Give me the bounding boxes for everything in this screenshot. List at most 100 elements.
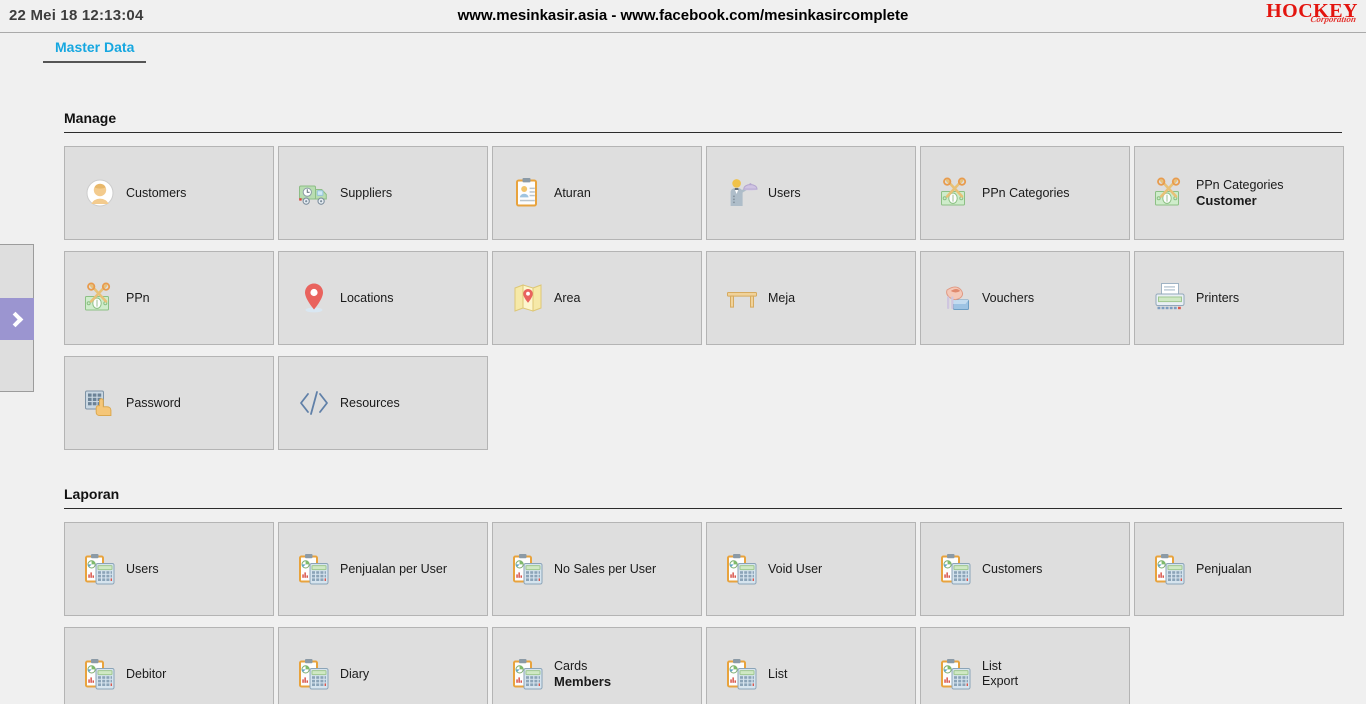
- tile-label-line1: Locations: [340, 290, 394, 305]
- tile-label-line1: List: [982, 659, 1002, 673]
- tile-label-line1: PPn Categories: [1196, 178, 1284, 192]
- tile-penjualan[interactable]: Penjualan: [1134, 522, 1344, 616]
- tile-label: Penjualan: [1196, 562, 1252, 577]
- tile-no-sales-per-user[interactable]: No Sales per User: [492, 522, 702, 616]
- tile-meja[interactable]: Meja: [706, 251, 916, 345]
- tile-label-line1: PPn Categories: [982, 185, 1070, 200]
- report-clipboard-icon: [83, 552, 117, 586]
- tile-aturan[interactable]: Aturan: [492, 146, 702, 240]
- tile-content: PPn Categories: [939, 176, 1070, 210]
- tile-content: Penjualan per User: [297, 552, 447, 586]
- tile-content: Penjualan: [1153, 552, 1252, 586]
- tile-content: Vouchers: [939, 281, 1034, 315]
- tile-label: Area: [554, 291, 580, 306]
- tile-resources[interactable]: Resources: [278, 356, 488, 450]
- section-divider: [64, 132, 1342, 133]
- tile-content: Suppliers: [297, 176, 392, 210]
- tile-content: Meja: [725, 281, 795, 315]
- tile-users[interactable]: Users: [64, 522, 274, 616]
- tile-content: Password: [83, 386, 181, 420]
- tile-vouchers[interactable]: Vouchers: [920, 251, 1130, 345]
- tile-ppn-categories[interactable]: PPn Categories: [920, 146, 1130, 240]
- tile-ppn-categories-customer[interactable]: PPn Categories Customer: [1134, 146, 1344, 240]
- section-title-manage: Manage: [64, 110, 117, 126]
- tile-label-line1: Cards: [554, 659, 588, 673]
- tile-label-line1: Penjualan per User: [340, 561, 448, 576]
- tile-label-line1: No Sales per User: [554, 561, 657, 576]
- tile-label: PPn Categories Customer: [1196, 178, 1284, 208]
- tile-label-line1: PPn: [126, 290, 150, 305]
- tile-diary[interactable]: Diary: [278, 627, 488, 704]
- tile-label-line2: Export: [982, 674, 1019, 688]
- tile-label-line2: Customer: [1196, 193, 1257, 208]
- printer-icon: [1153, 281, 1187, 315]
- tile-label: No Sales per User: [554, 562, 656, 577]
- code-brackets-icon: [297, 386, 331, 420]
- map-pin-icon: [297, 281, 331, 315]
- tile-label: Resources: [340, 396, 400, 411]
- report-clipboard-icon: [511, 657, 545, 691]
- tile-content: Void User: [725, 552, 822, 586]
- tile-ppn[interactable]: PPn: [64, 251, 274, 345]
- tile-content: Printers: [1153, 281, 1239, 315]
- report-clipboard-icon: [297, 552, 331, 586]
- tile-content: List: [725, 657, 787, 691]
- section-divider: [64, 508, 1342, 509]
- tile-printers[interactable]: Printers: [1134, 251, 1344, 345]
- report-clipboard-icon: [725, 657, 759, 691]
- tile-label: Users: [768, 186, 801, 201]
- tile-label: Meja: [768, 291, 795, 306]
- tile-label: Diary: [340, 667, 369, 682]
- tile-label-line1: Area: [554, 290, 581, 305]
- tile-content: Users: [725, 176, 801, 210]
- tile-label-line1: Users: [768, 185, 801, 200]
- tile-content: Diary: [297, 657, 369, 691]
- tile-users[interactable]: Users: [706, 146, 916, 240]
- tile-content: Area: [511, 281, 580, 315]
- tile-label-line1: Printers: [1196, 290, 1240, 305]
- tile-locations[interactable]: Locations: [278, 251, 488, 345]
- tile-penjualan-per-user[interactable]: Penjualan per User: [278, 522, 488, 616]
- tile-password[interactable]: Password: [64, 356, 274, 450]
- tile-label-line1: Password: [126, 395, 181, 410]
- tile-label: Password: [126, 396, 181, 411]
- report-clipboard-icon: [725, 552, 759, 586]
- tile-label-line1: Customers: [982, 561, 1043, 576]
- tile-area[interactable]: Area: [492, 251, 702, 345]
- tile-label-line1: Users: [126, 561, 159, 576]
- money-scissors-icon: [1153, 176, 1187, 210]
- report-clipboard-icon: [939, 657, 973, 691]
- tab-master-data[interactable]: Master Data: [43, 39, 147, 63]
- tile-list[interactable]: List: [706, 627, 916, 704]
- tile-label-line1: Penjualan: [1196, 561, 1252, 576]
- waiter-tray-icon: [725, 176, 759, 210]
- logo-sub-text: Corporation: [1309, 14, 1357, 24]
- report-clipboard-icon: [297, 657, 331, 691]
- tile-label: Printers: [1196, 291, 1239, 306]
- tile-customers[interactable]: Customers: [64, 146, 274, 240]
- tile-debitor[interactable]: Debitor: [64, 627, 274, 704]
- tile-label-line1: Aturan: [554, 185, 591, 200]
- clipboard-person-icon: [511, 176, 545, 210]
- delivery-truck-icon: [297, 176, 331, 210]
- tile-customers[interactable]: Customers: [920, 522, 1130, 616]
- tile-void-user[interactable]: Void User: [706, 522, 916, 616]
- money-scissors-icon: [83, 281, 117, 315]
- voucher-ticket-icon: [939, 281, 973, 315]
- tile-label: PPn Categories: [982, 186, 1070, 201]
- tile-content: No Sales per User: [511, 552, 656, 586]
- tile-label-line1: Meja: [768, 290, 796, 305]
- tile-label-line1: List: [768, 666, 788, 681]
- tile-content: Customers: [939, 552, 1042, 586]
- top-bar: 22 Mei 18 12:13:04 www.mesinkasir.asia -…: [0, 0, 1366, 33]
- tile-suppliers[interactable]: Suppliers: [278, 146, 488, 240]
- tile-label-line1: Suppliers: [340, 185, 393, 200]
- map-fold-icon: [511, 281, 545, 315]
- tile-content: Users: [83, 552, 159, 586]
- tile-cards-members[interactable]: Cards Members: [492, 627, 702, 704]
- report-clipboard-icon: [511, 552, 545, 586]
- tile-list-export[interactable]: List Export: [920, 627, 1130, 704]
- table-furniture-icon: [725, 281, 759, 315]
- keypad-hand-icon: [83, 386, 117, 420]
- tile-label-line1: Void User: [768, 561, 823, 576]
